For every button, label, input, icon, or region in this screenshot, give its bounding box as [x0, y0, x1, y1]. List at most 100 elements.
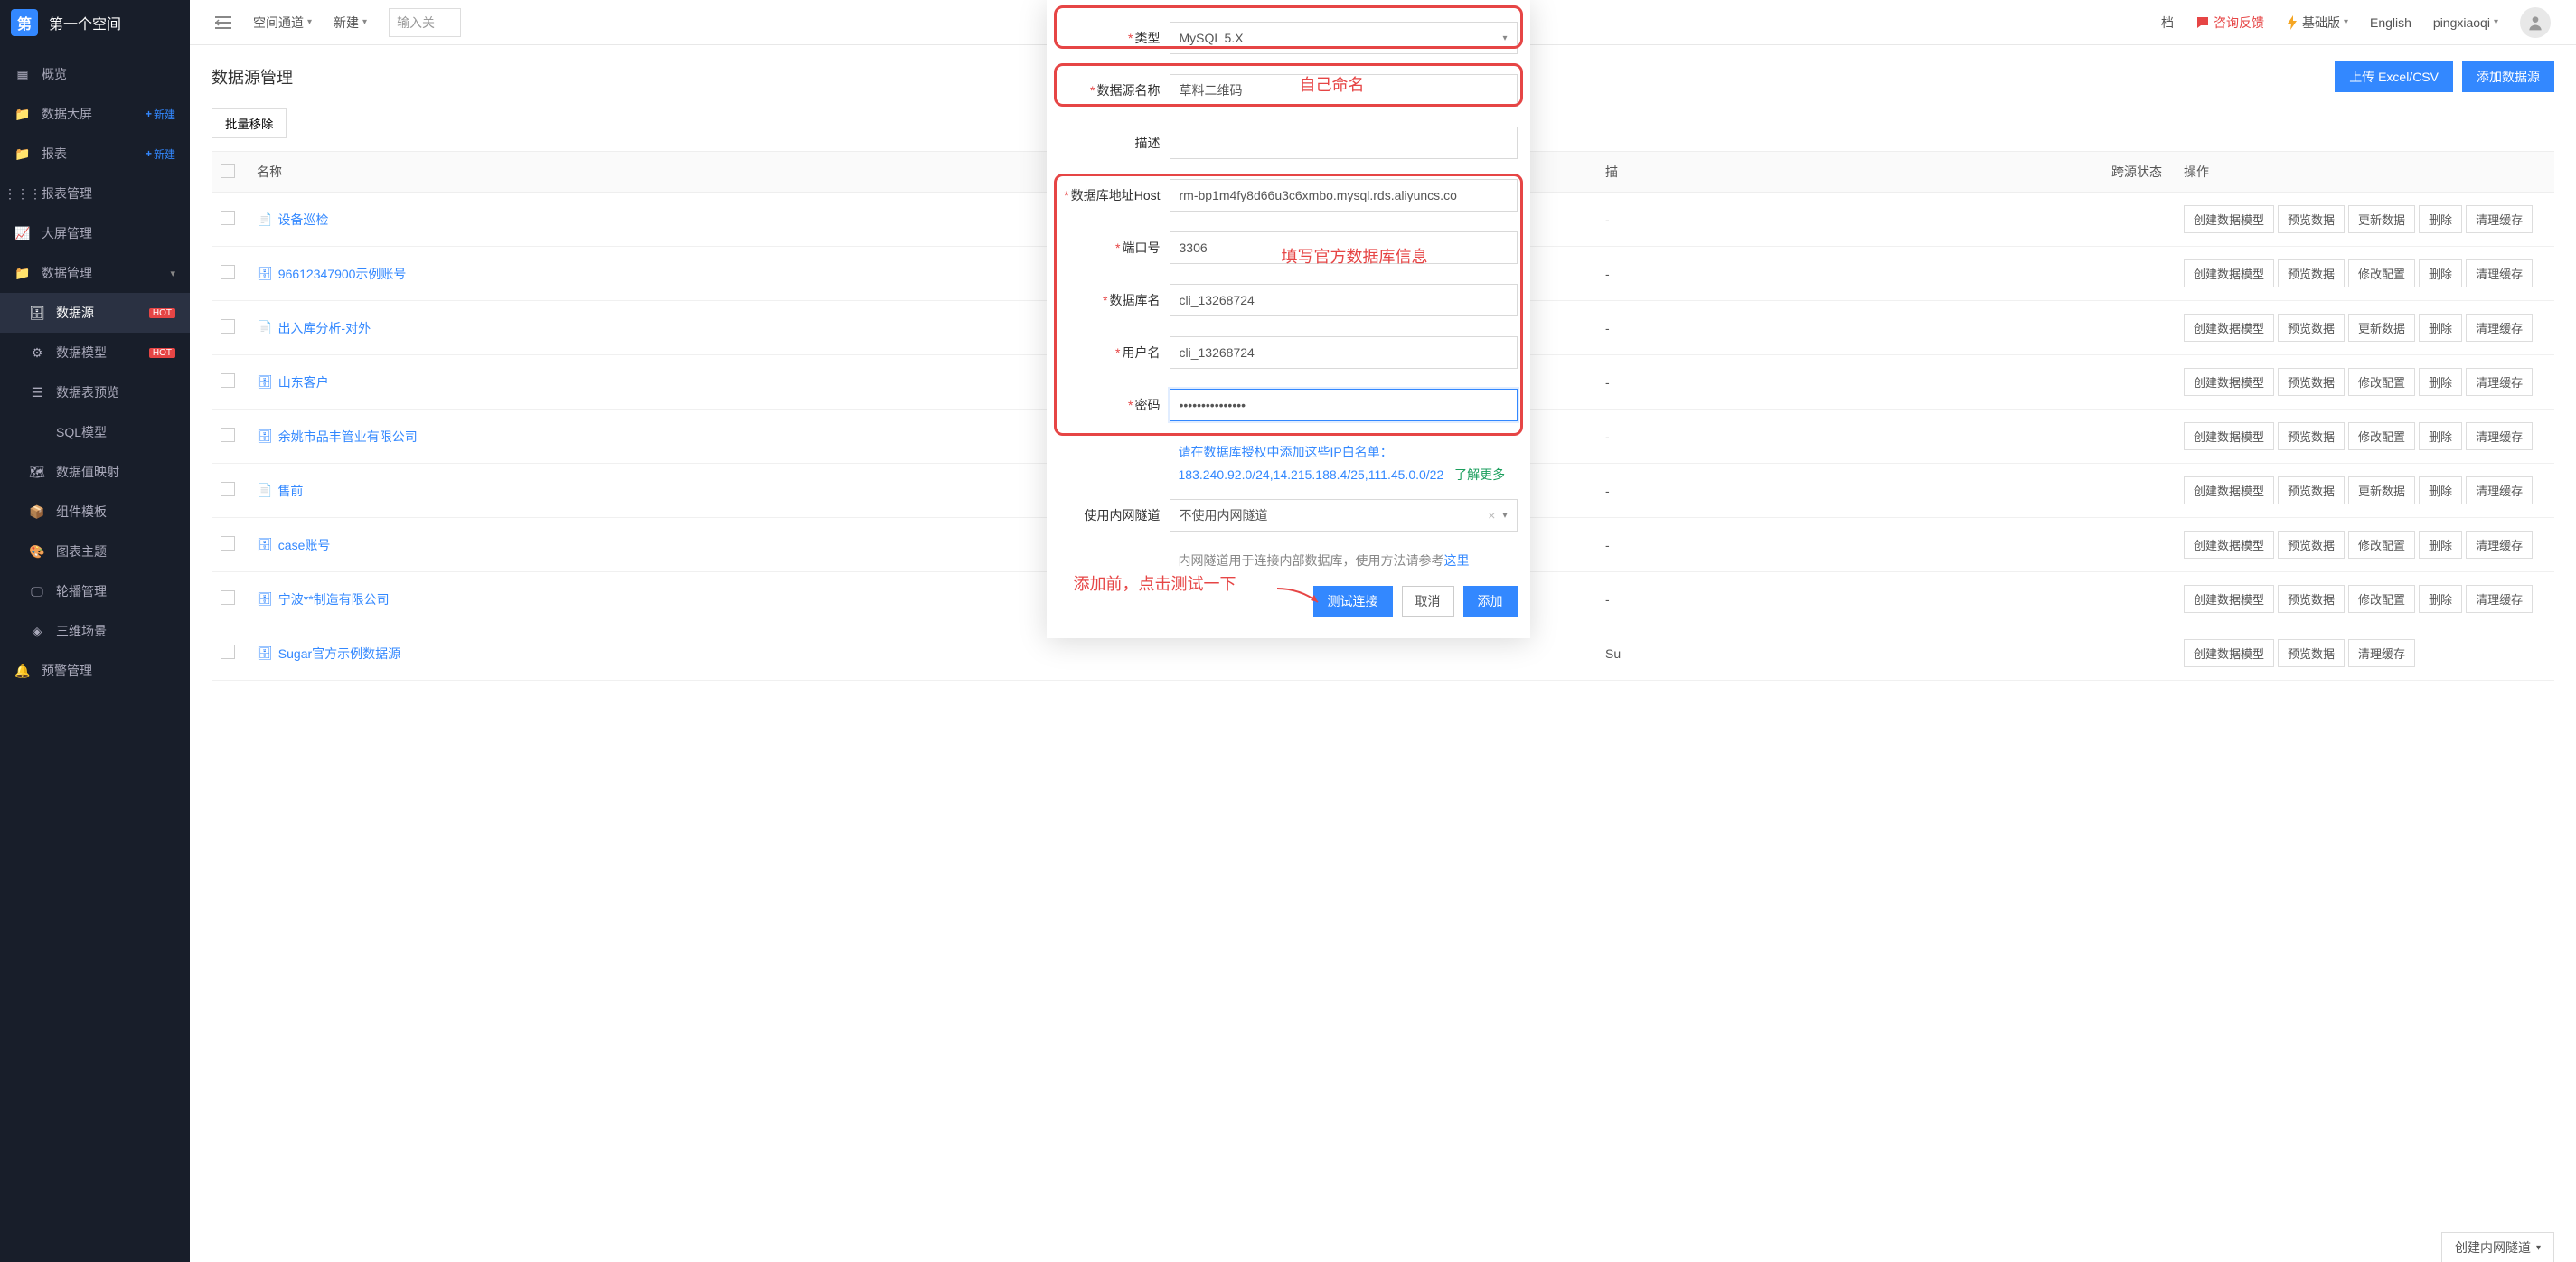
op-preview-button[interactable]: 预览数据: [2278, 422, 2345, 450]
header-feedback[interactable]: 咨询反馈: [2195, 14, 2264, 32]
op-preview-button[interactable]: 预览数据: [2278, 259, 2345, 287]
sidebar-item-数据模型[interactable]: ⚙ 数据模型HOT: [0, 333, 190, 372]
op-clear-button[interactable]: 清理缓存: [2348, 639, 2415, 667]
header-user[interactable]: pingxiaoqi▾: [2433, 15, 2498, 30]
op-modify-button[interactable]: 修改配置: [2348, 259, 2415, 287]
desc-input[interactable]: [1170, 127, 1518, 159]
op-create_model-button[interactable]: 创建数据模型: [2184, 531, 2274, 559]
clear-icon[interactable]: ×: [1488, 508, 1495, 523]
sidebar-item-数据值映射[interactable]: 🗺 数据值映射: [0, 452, 190, 492]
sidebar-item-数据表预览[interactable]: ☰ 数据表预览: [0, 372, 190, 412]
space-name[interactable]: 第一个空间: [49, 12, 121, 33]
op-clear-button[interactable]: 清理缓存: [2466, 259, 2533, 287]
op-modify-button[interactable]: 修改配置: [2348, 585, 2415, 613]
sidebar-item-三维场景[interactable]: ◈ 三维场景: [0, 611, 190, 651]
tunnel-here-link[interactable]: 这里: [1444, 553, 1470, 568]
op-preview-button[interactable]: 预览数据: [2278, 314, 2345, 342]
row-checkbox[interactable]: [221, 482, 235, 496]
cancel-button[interactable]: 取消: [1402, 586, 1454, 617]
op-update-button[interactable]: 更新数据: [2348, 476, 2415, 504]
type-select[interactable]: MySQL 5.X ▾: [1170, 22, 1518, 54]
op-delete-button[interactable]: 删除: [2419, 368, 2462, 396]
op-create_model-button[interactable]: 创建数据模型: [2184, 639, 2274, 667]
op-preview-button[interactable]: 预览数据: [2278, 585, 2345, 613]
row-name-link[interactable]: 🗄Sugar官方示例数据源: [257, 645, 1587, 663]
op-clear-button[interactable]: 清理缓存: [2466, 368, 2533, 396]
user-input[interactable]: [1170, 336, 1518, 369]
sidebar-item-数据源[interactable]: 🗄 数据源HOT: [0, 293, 190, 333]
search-input[interactable]: 输入关: [389, 8, 461, 37]
op-create_model-button[interactable]: 创建数据模型: [2184, 368, 2274, 396]
op-delete-button[interactable]: 删除: [2419, 531, 2462, 559]
op-create_model-button[interactable]: 创建数据模型: [2184, 476, 2274, 504]
sidebar-item-轮播管理[interactable]: 🖵 轮播管理: [0, 571, 190, 611]
sidebar-item-概览[interactable]: ▦ 概览: [0, 54, 190, 94]
row-checkbox[interactable]: [221, 428, 235, 442]
sidebar-item-报表[interactable]: 📁 报表+新建: [0, 134, 190, 174]
op-modify-button[interactable]: 修改配置: [2348, 531, 2415, 559]
sidebar-item-大屏管理[interactable]: 📈 大屏管理: [0, 213, 190, 253]
palette-icon: 🎨: [29, 544, 45, 560]
add-datasource-button[interactable]: 添加数据源: [2462, 61, 2554, 92]
sidebar-item-数据管理[interactable]: 📁 数据管理▾: [0, 253, 190, 293]
row-checkbox[interactable]: [221, 536, 235, 551]
header-lang[interactable]: English: [2370, 15, 2411, 30]
learn-more-link[interactable]: 了解更多: [1454, 467, 1505, 482]
dbname-input[interactable]: [1170, 284, 1518, 316]
row-checkbox[interactable]: [221, 265, 235, 279]
op-preview-button[interactable]: 预览数据: [2278, 368, 2345, 396]
sidebar-item-报表管理[interactable]: ⋮⋮⋮ 报表管理: [0, 174, 190, 213]
op-clear-button[interactable]: 清理缓存: [2466, 205, 2533, 233]
op-create_model-button[interactable]: 创建数据模型: [2184, 314, 2274, 342]
op-clear-button[interactable]: 清理缓存: [2466, 531, 2533, 559]
tunnel-select[interactable]: 不使用内网隧道 × ▾: [1170, 499, 1518, 532]
sidebar-item-组件模板[interactable]: 📦 组件模板: [0, 492, 190, 532]
op-update-button[interactable]: 更新数据: [2348, 314, 2415, 342]
op-preview-button[interactable]: 预览数据: [2278, 531, 2345, 559]
new-link[interactable]: +新建: [146, 107, 175, 122]
op-create_model-button[interactable]: 创建数据模型: [2184, 585, 2274, 613]
op-modify-button[interactable]: 修改配置: [2348, 422, 2415, 450]
row-checkbox[interactable]: [221, 373, 235, 388]
op-preview-button[interactable]: 预览数据: [2278, 205, 2345, 233]
new-link[interactable]: +新建: [146, 146, 175, 162]
op-clear-button[interactable]: 清理缓存: [2466, 585, 2533, 613]
password-input[interactable]: [1170, 389, 1518, 421]
op-delete-button[interactable]: 删除: [2419, 476, 2462, 504]
op-delete-button[interactable]: 删除: [2419, 205, 2462, 233]
op-clear-button[interactable]: 清理缓存: [2466, 314, 2533, 342]
create-tunnel-link[interactable]: 创建内网隧道 ▾: [2441, 1232, 2554, 1262]
select-all-checkbox[interactable]: [221, 164, 235, 178]
op-update-button[interactable]: 更新数据: [2348, 205, 2415, 233]
op-create_model-button[interactable]: 创建数据模型: [2184, 205, 2274, 233]
avatar[interactable]: [2520, 7, 2551, 38]
op-delete-button[interactable]: 删除: [2419, 314, 2462, 342]
header-plan[interactable]: 基础版▾: [2286, 14, 2348, 32]
sidebar-item-SQL模型[interactable]: SQL模型: [0, 412, 190, 452]
op-preview-button[interactable]: 预览数据: [2278, 476, 2345, 504]
sidebar-item-数据大屏[interactable]: 📁 数据大屏+新建: [0, 94, 190, 134]
sidebar-item-图表主题[interactable]: 🎨 图表主题: [0, 532, 190, 571]
op-create_model-button[interactable]: 创建数据模型: [2184, 422, 2274, 450]
op-delete-button[interactable]: 删除: [2419, 259, 2462, 287]
row-checkbox[interactable]: [221, 319, 235, 334]
collapse-sidebar-icon[interactable]: [215, 16, 231, 29]
op-clear-button[interactable]: 清理缓存: [2466, 476, 2533, 504]
op-preview-button[interactable]: 预览数据: [2278, 639, 2345, 667]
op-modify-button[interactable]: 修改配置: [2348, 368, 2415, 396]
op-create_model-button[interactable]: 创建数据模型: [2184, 259, 2274, 287]
row-checkbox[interactable]: [221, 645, 235, 659]
upload-excel-button[interactable]: 上传 Excel/CSV: [2335, 61, 2453, 92]
header-channel[interactable]: 空间通道▾: [253, 14, 312, 32]
add-button[interactable]: 添加: [1463, 586, 1518, 617]
batch-remove-button[interactable]: 批量移除: [212, 108, 287, 138]
op-delete-button[interactable]: 删除: [2419, 585, 2462, 613]
header-new[interactable]: 新建▾: [334, 14, 367, 32]
sidebar-item-预警管理[interactable]: 🔔 预警管理: [0, 651, 190, 691]
op-delete-button[interactable]: 删除: [2419, 422, 2462, 450]
row-checkbox[interactable]: [221, 590, 235, 605]
op-clear-button[interactable]: 清理缓存: [2466, 422, 2533, 450]
row-checkbox[interactable]: [221, 211, 235, 225]
header-doc[interactable]: 档: [2161, 14, 2174, 32]
host-input[interactable]: [1170, 179, 1518, 212]
